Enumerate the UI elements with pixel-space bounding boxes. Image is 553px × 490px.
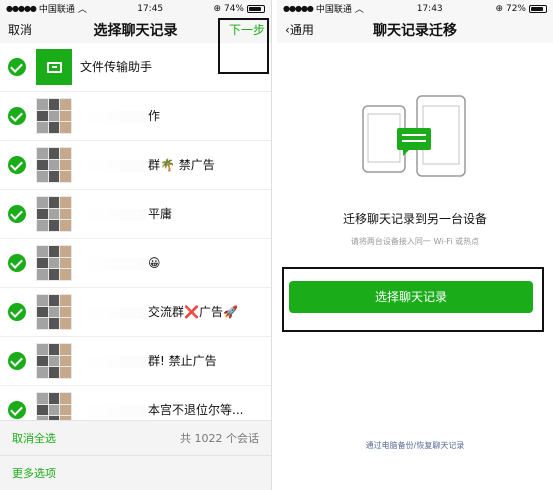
pc-backup-link[interactable]: 通过电脑备份/恢复聊天记录 bbox=[277, 440, 553, 451]
more-options-button[interactable]: 更多选项 bbox=[12, 456, 56, 490]
group-avatar bbox=[36, 245, 72, 281]
clock: 17:43 bbox=[416, 3, 443, 14]
file-transfer-icon bbox=[36, 49, 72, 85]
chat-row[interactable]: 群! 禁止广告 bbox=[0, 337, 271, 386]
redacted-text bbox=[80, 404, 146, 417]
lock-rotation-icon: ⊕ bbox=[213, 3, 221, 14]
chat-row[interactable]: 交流群❌广告🚀 bbox=[0, 288, 271, 337]
redacted-text bbox=[80, 306, 146, 319]
migration-heading: 迁移聊天记录到另一台设备 bbox=[342, 212, 487, 226]
group-avatar bbox=[36, 392, 72, 420]
chat-row[interactable]: 😀 bbox=[0, 239, 271, 288]
clock: 17:45 bbox=[137, 3, 164, 14]
battery-icon bbox=[529, 4, 547, 13]
checked-icon[interactable] bbox=[8, 205, 26, 223]
page-title: 选择聊天记录 bbox=[93, 23, 178, 39]
redacted-text bbox=[80, 110, 146, 123]
checked-icon[interactable] bbox=[8, 58, 26, 76]
chat-name: 群! 禁止广告 bbox=[148, 354, 217, 368]
group-avatar bbox=[36, 294, 72, 330]
signal-icon: ●●●●● bbox=[283, 4, 314, 13]
redacted-text bbox=[80, 159, 146, 172]
group-avatar bbox=[36, 147, 72, 183]
wifi-hint: 请将两台设备接入同一 Wi-Fi 或热点 bbox=[350, 237, 480, 246]
chat-row[interactable]: 平庸 bbox=[0, 190, 271, 239]
nav-bar: ‹通用 聊天记录迁移 bbox=[277, 17, 553, 43]
chat-row[interactable]: 群🌴 禁广告 bbox=[0, 141, 271, 190]
checked-icon[interactable] bbox=[8, 254, 26, 272]
checked-icon[interactable] bbox=[8, 303, 26, 321]
group-avatar bbox=[36, 98, 72, 134]
annotation-box bbox=[282, 267, 544, 332]
cancel-button[interactable]: 取消 bbox=[8, 17, 32, 43]
lock-rotation-icon: ⊕ bbox=[495, 3, 503, 14]
checked-icon[interactable] bbox=[8, 352, 26, 370]
chat-row[interactable]: 本宫不退位尔等... bbox=[0, 386, 271, 420]
chat-name: 本宫不退位尔等... bbox=[148, 403, 244, 417]
chat-name: 😀 bbox=[148, 256, 161, 270]
status-bar: ●●●●● 中国联通 ︿ 17:43 ⊕ 72% bbox=[277, 0, 553, 17]
conversation-count: 共 1022 个会话 bbox=[180, 432, 259, 445]
annotation-box bbox=[218, 18, 269, 74]
deselect-all-button[interactable]: 取消全选 bbox=[12, 421, 56, 455]
status-bar: ●●●●● 中国联通 ︿ 17:45 ⊕ 74% bbox=[0, 0, 271, 17]
chat-name: 作 bbox=[148, 109, 161, 123]
redacted-text bbox=[80, 257, 146, 270]
selection-toolbar: 取消全选 共 1022 个会话 更多选项 bbox=[0, 420, 271, 490]
group-avatar bbox=[36, 343, 72, 379]
back-label: 通用 bbox=[289, 23, 314, 37]
redacted-text bbox=[80, 355, 146, 368]
checked-icon[interactable] bbox=[8, 107, 26, 125]
battery-percent: 72% bbox=[505, 3, 526, 14]
battery-icon bbox=[247, 4, 265, 13]
group-avatar bbox=[36, 196, 72, 232]
carrier-label: 中国联通 bbox=[315, 5, 352, 15]
page-title: 聊天记录迁移 bbox=[373, 23, 457, 39]
chat-list[interactable]: 文件传输助手 作 群🌴 禁广告 平庸 😀 交流群❌广告🚀 群! 禁止广告 本宫不… bbox=[0, 43, 271, 420]
checked-icon[interactable] bbox=[8, 156, 26, 174]
chat-name: 群🌴 禁广告 bbox=[148, 158, 215, 172]
redacted-text bbox=[80, 208, 146, 221]
wifi-icon: ︿ bbox=[354, 5, 364, 15]
back-button[interactable]: ‹通用 bbox=[285, 17, 314, 43]
chat-bubble-icon bbox=[397, 128, 431, 150]
folder-arrow-icon bbox=[46, 61, 62, 73]
signal-icon: ●●●●● bbox=[6, 4, 37, 13]
select-chats-screen: ●●●●● 中国联通 ︿ 17:45 ⊕ 74% 取消 选择聊天记录 下一步 文… bbox=[0, 0, 272, 490]
chat-row[interactable]: 作 bbox=[0, 92, 271, 141]
chat-name: 平庸 bbox=[148, 207, 173, 221]
screenshot-composite: ●●●●● 中国联通 ︿ 17:45 ⊕ 74% 取消 选择聊天记录 下一步 文… bbox=[0, 0, 553, 490]
wifi-icon: ︿ bbox=[77, 5, 87, 15]
chat-migration-screen: ●●●●● 中国联通 ︿ 17:43 ⊕ 72% ‹通用 聊天记录迁移 迁移聊天… bbox=[277, 0, 553, 490]
two-phones-illustration-icon bbox=[362, 95, 466, 177]
checked-icon[interactable] bbox=[8, 401, 26, 419]
carrier-label: 中国联通 bbox=[38, 5, 75, 15]
battery-percent: 74% bbox=[223, 3, 244, 14]
chat-name: 交流群❌广告🚀 bbox=[148, 305, 238, 319]
